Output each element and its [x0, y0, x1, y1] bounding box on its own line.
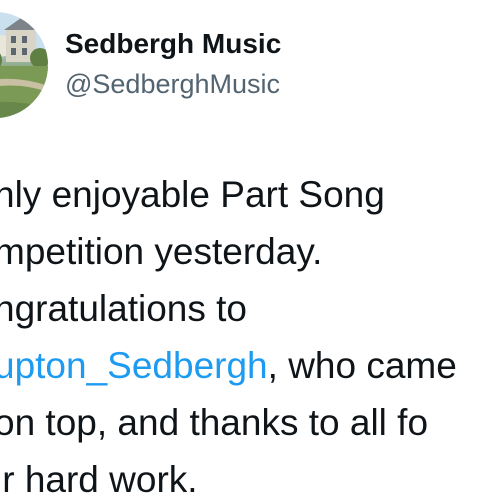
building-photo-icon	[0, 12, 48, 118]
tweet-text: hly enjoyable Part Song mpetition yester…	[0, 166, 500, 500]
tweet-line: ngratulations to	[0, 288, 248, 329]
tweet-line: ir hard work.	[0, 459, 198, 500]
tweet-text-fragment: , who came	[267, 345, 457, 386]
mention-link[interactable]: upton_Sedbergh	[0, 345, 268, 386]
tweet-line-with-mention: upton_Sedbergh, who came	[0, 337, 500, 394]
tweet-line: hly enjoyable Part Song	[0, 174, 385, 215]
display-name[interactable]: Sedbergh Music	[65, 26, 281, 62]
tweet-card: Sedbergh Music @SedberghMusic hly enjoya…	[0, 0, 500, 500]
tweet-line: on top, and thanks to all fo	[0, 402, 429, 443]
tweet-line: mpetition yesterday.	[0, 231, 323, 272]
user-handle[interactable]: @SedberghMusic	[65, 66, 280, 102]
profile-avatar[interactable]	[0, 12, 48, 118]
